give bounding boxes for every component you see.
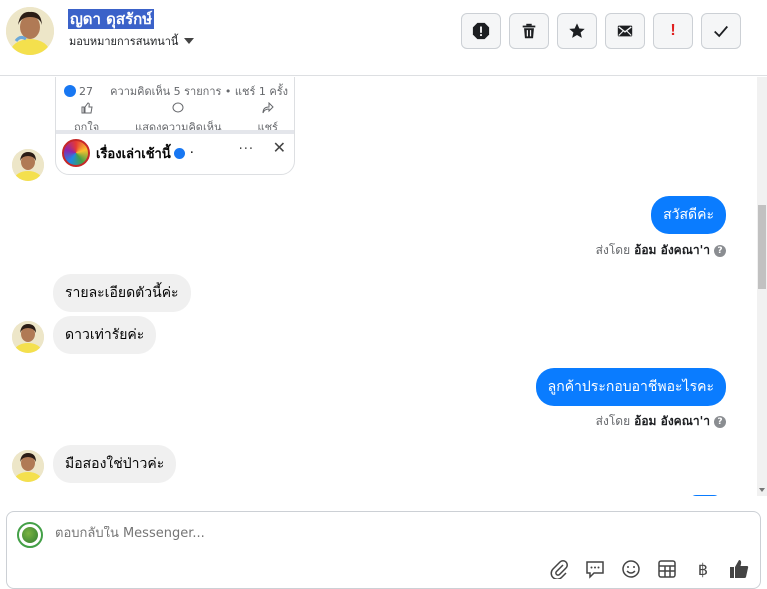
verified-badge-icon xyxy=(173,147,185,159)
contact-avatar-small xyxy=(12,149,44,181)
more-options-icon[interactable]: ··· xyxy=(239,142,254,157)
paperclip-icon xyxy=(550,560,568,579)
star-button[interactable] xyxy=(557,13,597,49)
reply-input[interactable] xyxy=(55,526,655,541)
page-logo xyxy=(62,139,90,167)
chat-bubble-icon xyxy=(586,561,604,579)
close-icon[interactable]: ✕ xyxy=(273,138,286,157)
thumbs-up-outline-icon xyxy=(74,102,99,117)
thumbs-up-icon xyxy=(730,560,749,578)
alert-circle-icon xyxy=(472,22,490,40)
trash-icon xyxy=(522,23,536,39)
star-icon xyxy=(569,23,585,38)
help-icon[interactable]: ? xyxy=(714,244,726,257)
sent-by-label: ส่งโดย อ้อม อังคณา'า ? xyxy=(596,412,726,431)
post-divider xyxy=(56,130,294,134)
message-thread[interactable]: 27 ความคิดเห็น 5 รายการ • แชร์ 1 ครั้ง ถ… xyxy=(0,77,757,496)
message-bubble-incoming[interactable]: มือสองใช่ป่าวค่ะ xyxy=(53,445,177,483)
sent-by-prefix: ส่งโดย xyxy=(595,243,631,257)
page-avatar xyxy=(17,522,43,548)
contact-avatar-small xyxy=(12,450,44,482)
contact-avatar-small xyxy=(12,321,44,353)
reply-composer: ฿ xyxy=(6,511,761,589)
emoji-icon xyxy=(622,560,640,578)
follow-up-button[interactable]: ! xyxy=(653,13,693,49)
like-reaction-icon xyxy=(64,84,76,97)
table-icon xyxy=(658,560,676,578)
scroll-down-arrow-icon[interactable] xyxy=(759,488,765,492)
conversation-header: ญดา ดุสรักษ์ มอบหมายการสนทนานี้ ! xyxy=(0,0,767,76)
baht-icon: ฿ xyxy=(697,559,709,579)
composer-toolbar: ฿ xyxy=(548,558,750,580)
caret-down-icon xyxy=(184,38,195,44)
shared-post-card[interactable]: 27 ความคิดเห็น 5 รายการ • แชร์ 1 ครั้ง ถ… xyxy=(55,77,295,175)
sent-by-agent: อ้อม อังคณา'า xyxy=(634,414,710,428)
saved-replies-button[interactable] xyxy=(584,558,606,580)
emoji-button[interactable] xyxy=(620,558,642,580)
spam-button[interactable] xyxy=(461,13,501,49)
message-bubble-incoming[interactable]: ดาวเท่ารัยค่ะ xyxy=(53,316,157,354)
envelope-icon xyxy=(617,25,633,37)
mark-unread-button[interactable] xyxy=(605,13,645,49)
share-arrow-icon xyxy=(258,101,278,117)
template-button[interactable] xyxy=(656,558,678,580)
message-bubble-outgoing[interactable]: ลูกค้าประกอบอาชีพอะไรคะ xyxy=(535,368,726,406)
contact-name[interactable]: ญดา ดุสรักษ์ xyxy=(68,9,155,29)
sent-by-prefix: ส่งโดย xyxy=(595,414,631,428)
assign-conversation-dropdown[interactable]: มอบหมายการสนทนานี้ xyxy=(69,32,195,50)
thread-scrollbar[interactable] xyxy=(757,77,767,496)
page-name[interactable]: เรื่องเล่าเช้านี้ xyxy=(96,143,171,164)
message-bubble-incoming[interactable]: รายละเอียดตัวนี้ค่ะ xyxy=(53,274,191,312)
header-actions: ! xyxy=(461,13,741,49)
sent-by-agent: อ้อม อังคณา'า xyxy=(634,243,710,257)
sent-by-label: ส่งโดย อ้อม อังคณา'า ? xyxy=(596,241,726,260)
comment-outline-icon xyxy=(135,102,221,117)
attach-button[interactable] xyxy=(548,558,570,580)
payment-button[interactable]: ฿ xyxy=(692,558,714,580)
contact-avatar[interactable] xyxy=(6,7,54,55)
next-message-edge xyxy=(690,495,720,496)
scrollbar-thumb[interactable] xyxy=(758,205,766,289)
post-stats: 27 ความคิดเห็น 5 รายการ • แชร์ 1 ครั้ง xyxy=(64,82,288,100)
check-icon xyxy=(714,25,728,38)
delete-button[interactable] xyxy=(509,13,549,49)
done-button[interactable] xyxy=(701,13,741,49)
help-icon[interactable]: ? xyxy=(714,415,726,428)
reaction-count: 27 xyxy=(79,84,93,98)
assign-conversation-label: มอบหมายการสนทนานี้ xyxy=(69,35,179,48)
message-bubble-outgoing[interactable]: สวัสดีค่ะ xyxy=(651,196,726,234)
comment-share-count: ความคิดเห็น 5 รายการ • แชร์ 1 ครั้ง xyxy=(110,85,288,98)
embedded-post-header: เรื่องเล่าเช้านี้ · ··· ✕ xyxy=(62,138,292,168)
exclamation-icon: ! xyxy=(670,22,676,39)
separator-dot: · xyxy=(189,145,194,161)
send-like-button[interactable] xyxy=(728,558,750,580)
